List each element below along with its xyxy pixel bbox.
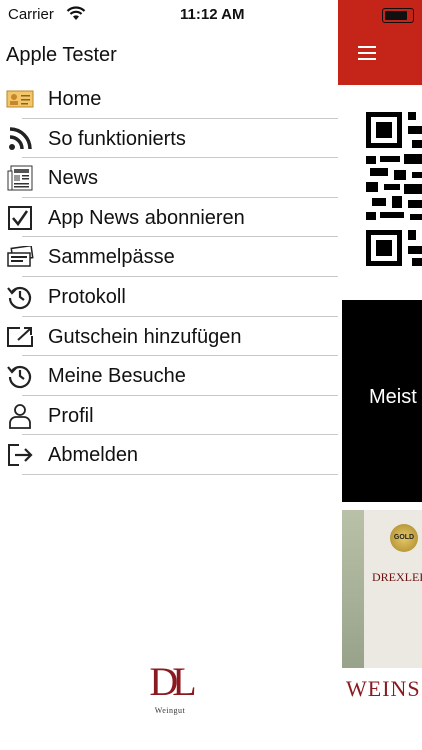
background-content: Meist GOLD DREXLER-L WEINS bbox=[338, 0, 422, 750]
menu-list: Home So funktionierts News App News abon… bbox=[0, 79, 338, 475]
voucher-add-icon bbox=[6, 325, 34, 349]
logout-icon bbox=[6, 443, 34, 467]
menu-item-gutschein-hinzufuegen[interactable]: Gutschein hinzufügen bbox=[0, 317, 338, 357]
menu-item-label: News bbox=[48, 167, 99, 190]
clock: 11:12 AM bbox=[180, 6, 245, 23]
gold-medal-badge: GOLD bbox=[390, 524, 418, 552]
person-icon bbox=[6, 403, 34, 429]
hamburger-menu-icon[interactable] bbox=[358, 46, 376, 60]
history-icon bbox=[6, 364, 34, 389]
weingut-logo: DL Weingut bbox=[143, 658, 197, 734]
menu-item-label: Home bbox=[48, 88, 102, 110]
checkbox-icon bbox=[6, 205, 34, 230]
logo-subtitle: Weingut bbox=[154, 706, 186, 715]
menu-item-label: App News abonnieren bbox=[48, 206, 245, 229]
wine-photo[interactable]: GOLD DREXLER-L WEINS bbox=[342, 510, 422, 712]
app-header-bar bbox=[338, 0, 422, 85]
carrier-label: Carrier bbox=[8, 6, 54, 23]
menu-item-label: Abmelden bbox=[48, 444, 139, 467]
battery-icon bbox=[382, 8, 414, 23]
promo-banner[interactable]: Meist bbox=[342, 300, 422, 502]
menu-item-label: Meine Besuche bbox=[48, 365, 186, 388]
menu-item-so-funktionierts[interactable]: So funktionierts bbox=[0, 119, 338, 159]
menu-item-protokoll[interactable]: Protokoll bbox=[0, 277, 338, 317]
promo-banner-text: Meist bbox=[369, 386, 417, 408]
bottle-label-brand: DREXLER-L bbox=[372, 570, 422, 584]
menu-item-profil[interactable]: Profil bbox=[0, 396, 338, 436]
menu-item-app-news-abonnieren[interactable]: App News abonnieren bbox=[0, 198, 338, 238]
menu-item-sammelpaesse[interactable]: Sammelpässe bbox=[0, 237, 338, 277]
rss-icon bbox=[6, 126, 34, 151]
menu-item-abmelden[interactable]: Abmelden bbox=[0, 435, 338, 475]
menu-item-label: Profil bbox=[48, 404, 94, 427]
side-menu: Carrier 11:12 AM Apple Tester Home So fu… bbox=[0, 0, 338, 750]
tickets-icon bbox=[6, 245, 34, 269]
photo-caption: WEINS bbox=[346, 676, 421, 701]
menu-item-label: Sammelpässe bbox=[48, 246, 175, 269]
wifi-icon bbox=[66, 6, 86, 20]
menu-item-meine-besuche[interactable]: Meine Besuche bbox=[0, 356, 338, 396]
newspaper-icon bbox=[6, 165, 34, 191]
menu-item-label: Protokoll bbox=[48, 285, 126, 308]
menu-item-label: Gutschein hinzufügen bbox=[48, 325, 242, 348]
qr-code bbox=[366, 112, 422, 266]
photo-caption-band: WEINS bbox=[342, 668, 422, 712]
menu-item-home[interactable]: Home bbox=[0, 79, 338, 119]
history-icon bbox=[6, 285, 34, 310]
menu-item-news[interactable]: News bbox=[0, 158, 338, 198]
separator bbox=[22, 473, 338, 475]
id-card-icon bbox=[6, 87, 34, 111]
user-name: Apple Tester bbox=[6, 44, 117, 66]
menu-item-label: So funktionierts bbox=[48, 127, 186, 150]
logo-monogram: DL bbox=[149, 659, 196, 704]
status-bar: Carrier 11:12 AM bbox=[0, 0, 338, 30]
